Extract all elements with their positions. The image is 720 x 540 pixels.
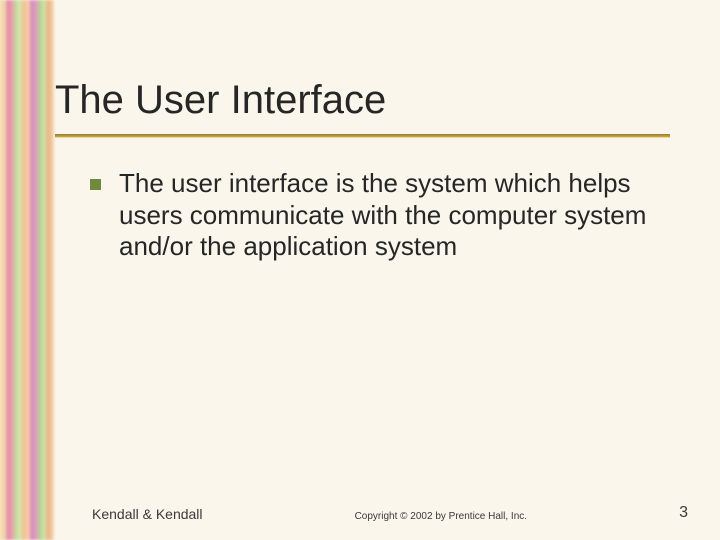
footer-copyright: Copyright © 2002 by Prentice Hall, Inc. — [203, 511, 680, 522]
content-area: The user interface is the system which h… — [90, 168, 670, 263]
title-area: The User Interface — [55, 78, 675, 123]
bullet-item: The user interface is the system which h… — [90, 168, 670, 263]
slide-title: The User Interface — [55, 78, 675, 123]
square-bullet-icon — [90, 179, 101, 190]
footer-author: Kendall & Kendall — [92, 506, 203, 522]
title-underline — [55, 134, 670, 137]
bullet-text: The user interface is the system which h… — [119, 168, 670, 263]
page-number: 3 — [679, 504, 688, 522]
footer: Kendall & Kendall Copyright © 2002 by Pr… — [0, 504, 720, 522]
slide: The User Interface The user interface is… — [0, 0, 720, 540]
